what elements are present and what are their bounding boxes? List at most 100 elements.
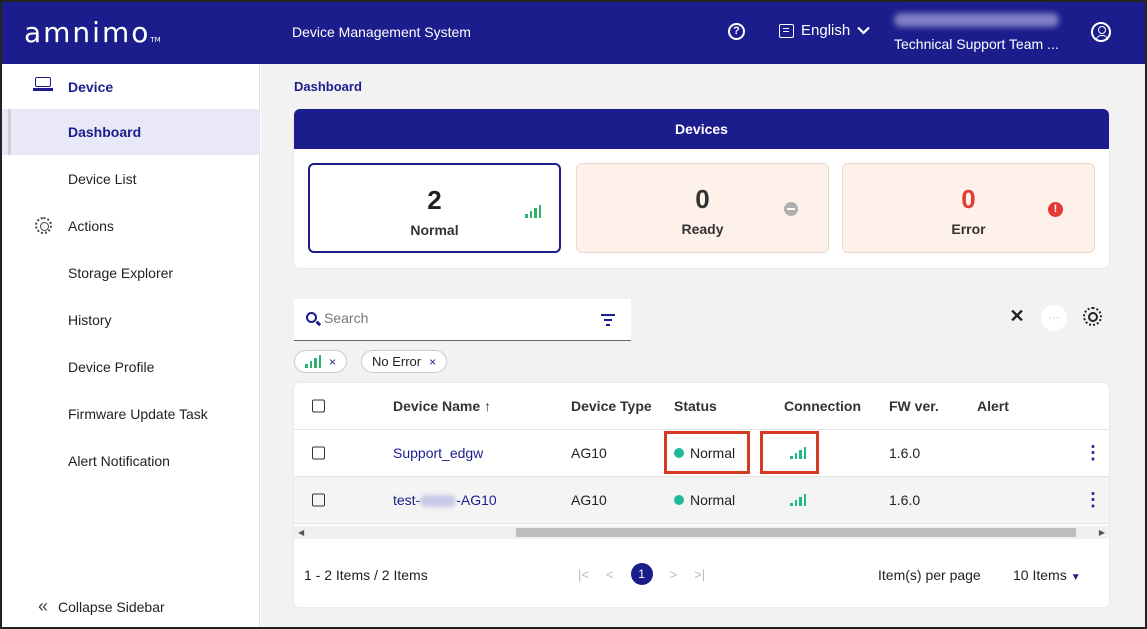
team-name[interactable]: Technical Support Team ... <box>894 36 1059 52</box>
sidebar-item-label: History <box>68 312 112 328</box>
items-per-page-label: Item(s) per page <box>878 567 981 583</box>
normal-label: Normal <box>410 222 459 238</box>
table-row[interactable]: test- -AG10 AG10 Normal 1.6.0 ⋮ <box>294 477 1109 524</box>
main-content: Dashboard Devices 2 Normal 0 Ready 0 Err… <box>261 64 1145 627</box>
normal-card[interactable]: 2 Normal <box>308 163 561 253</box>
logo-text: amnimo <box>24 16 151 49</box>
ready-card[interactable]: 0 Ready <box>576 163 829 253</box>
sidebar-item-device[interactable]: Device <box>2 64 259 110</box>
caret-down-icon: ▼ <box>1070 572 1081 583</box>
current-page[interactable]: 1 <box>630 563 653 585</box>
sidebar: Device Dashboard Device List Actions Sto… <box>2 64 260 627</box>
first-page-icon[interactable]: |< <box>578 567 589 582</box>
devices-title: Devices <box>294 109 1109 149</box>
signal-icon <box>790 494 806 506</box>
status-dot <box>674 495 684 505</box>
collapse-sidebar-button[interactable]: « Collapse Sidebar <box>38 596 165 617</box>
column-header-device-name[interactable]: Device Name ↑ <box>393 398 491 414</box>
column-header-connection[interactable]: Connection <box>784 398 861 414</box>
device-name-prefix: test- <box>393 492 421 508</box>
search-icon <box>306 312 317 323</box>
device-type: AG10 <box>571 445 607 461</box>
chip-remove-icon[interactable]: × <box>429 355 436 369</box>
column-header-device-type[interactable]: Device Type <box>571 398 652 414</box>
ready-label: Ready <box>681 221 724 237</box>
prev-page-icon[interactable]: < <box>606 567 614 582</box>
error-label: Error <box>951 221 986 237</box>
app-frame: amnimoTM Device Management System ? Engl… <box>0 0 1147 629</box>
sidebar-item-storage-explorer[interactable]: Storage Explorer <box>2 250 259 296</box>
scroll-right-icon[interactable]: ▶ <box>1099 526 1105 539</box>
select-all-checkbox[interactable] <box>312 399 325 413</box>
kebab-icon[interactable]: ⋮ <box>1084 443 1102 464</box>
horizontal-scrollbar[interactable]: ◀ ▶ <box>294 526 1109 539</box>
column-header-fw-ver[interactable]: FW ver. <box>889 398 939 414</box>
top-bar: amnimoTM Device Management System ? Engl… <box>2 2 1145 64</box>
scrollbar-thumb[interactable] <box>516 528 1076 537</box>
collapse-sidebar-label: Collapse Sidebar <box>58 598 165 615</box>
sidebar-item-dashboard[interactable]: Dashboard <box>2 109 259 155</box>
table-header-row: Device Name ↑ Device Type Status Connect… <box>294 383 1109 430</box>
chip-remove-icon[interactable]: × <box>329 355 336 369</box>
language-label: English <box>801 22 851 39</box>
sidebar-item-label: Dashboard <box>68 124 142 140</box>
next-page-icon[interactable]: > <box>670 567 678 582</box>
column-header-alert[interactable]: Alert <box>977 398 1009 414</box>
error-icon: ! <box>1048 202 1063 217</box>
sidebar-item-label: Device List <box>68 171 137 187</box>
status-cell: Normal <box>674 492 735 508</box>
last-page-icon[interactable]: >| <box>694 567 705 582</box>
items-per-page-select[interactable]: 10 Items ▼ <box>1013 567 1081 583</box>
sidebar-item-device-profile[interactable]: Device Profile <box>2 344 259 390</box>
error-card[interactable]: 0 Error ! <box>842 163 1095 253</box>
more-icon[interactable]: ··· <box>1041 305 1067 331</box>
settings-icon[interactable] <box>1083 307 1102 326</box>
tools-icon[interactable]: ✕ <box>1005 304 1029 328</box>
row-checkbox[interactable] <box>312 493 325 507</box>
chip-label: No Error <box>372 354 422 369</box>
language-selector[interactable]: English <box>779 22 870 39</box>
user-name-redacted <box>894 13 1059 27</box>
amnimo-logo[interactable]: amnimoTM <box>24 16 161 49</box>
sidebar-item-device-list[interactable]: Device List <box>2 156 259 202</box>
question-icon[interactable]: ? <box>728 23 745 40</box>
status-text: Normal <box>690 492 736 508</box>
breadcrumb[interactable]: Dashboard <box>294 79 362 94</box>
column-header-status[interactable]: Status <box>674 398 717 414</box>
chevron-down-icon <box>857 26 870 35</box>
system-title: Device Management System <box>292 24 471 40</box>
filter-icon[interactable] <box>601 314 615 326</box>
sidebar-item-actions[interactable]: Actions <box>2 203 259 249</box>
logo-tm: TM <box>150 36 161 44</box>
item-count: 1 - 2 Items / 2 Items <box>304 567 428 583</box>
sidebar-item-label: Device Profile <box>68 359 155 375</box>
sidebar-item-alert-notification[interactable]: Alert Notification <box>2 438 259 484</box>
device-name-link[interactable]: test- -AG10 <box>393 492 497 508</box>
scroll-left-icon[interactable]: ◀ <box>298 526 304 539</box>
search-box <box>294 299 631 341</box>
sidebar-item-firmware-update-task[interactable]: Firmware Update Task <box>2 391 259 437</box>
device-name-link[interactable]: Support_edgw <box>393 445 483 461</box>
search-input[interactable] <box>324 310 564 326</box>
devices-panel: Devices 2 Normal 0 Ready 0 Error ! <box>294 109 1109 268</box>
sidebar-item-label: Device <box>68 79 114 95</box>
kebab-icon[interactable]: ⋮ <box>1084 490 1102 511</box>
sidebar-item-label: Storage Explorer <box>68 265 174 281</box>
normal-count: 2 <box>427 185 442 215</box>
chat-icon <box>779 23 794 38</box>
actions-icon <box>35 217 52 234</box>
name-redacted <box>420 495 457 508</box>
device-table: Device Name ↑ Device Type Status Connect… <box>294 383 1109 607</box>
row-checkbox[interactable] <box>312 446 325 460</box>
pagination: |< < 1 > >| <box>578 563 705 585</box>
user-icon[interactable] <box>1091 22 1111 42</box>
filter-chip-no-error[interactable]: No Error × <box>361 350 448 373</box>
fw-version: 1.6.0 <box>889 445 921 461</box>
items-per-page-value: 10 Items <box>1013 567 1067 583</box>
sidebar-item-history[interactable]: History <box>2 297 259 343</box>
status-highlight <box>664 431 750 474</box>
sidebar-item-label: Firmware Update Task <box>68 406 208 422</box>
device-type: AG10 <box>571 492 607 508</box>
minus-circle-icon <box>784 202 798 216</box>
filter-chip-signal[interactable]: × <box>294 350 348 373</box>
